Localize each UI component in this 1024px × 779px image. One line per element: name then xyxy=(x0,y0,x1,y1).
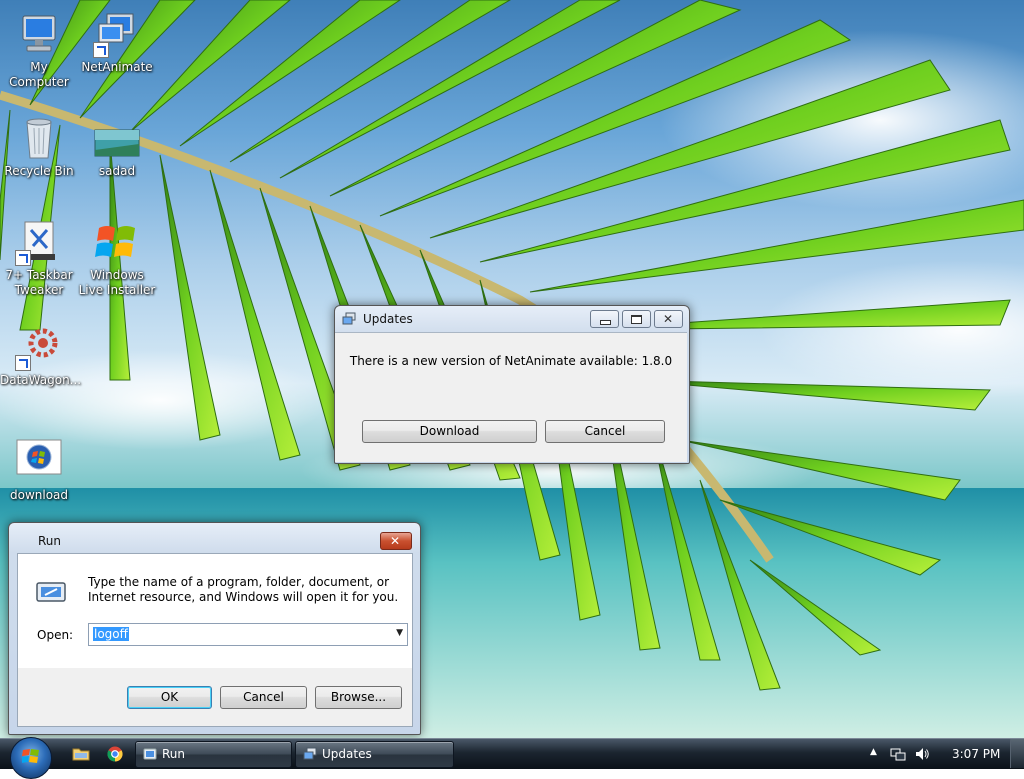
white-panel xyxy=(18,554,412,668)
desktop-icon-windows-live-installer[interactable]: Windows Live Installer xyxy=(78,218,156,298)
open-input[interactable]: logoff xyxy=(93,627,129,641)
taskbar-button-label: Run xyxy=(162,747,186,761)
desktop-icon-label: download xyxy=(9,488,69,502)
desktop-icon-netanimate[interactable]: NetAnimate xyxy=(78,10,156,75)
desktop-icon-label: My Computer xyxy=(9,60,69,89)
desktop-icon-sadad[interactable]: sadad xyxy=(78,114,156,179)
taskbar-button-label: Updates xyxy=(322,747,372,761)
desktop-icon-7-taskbar-tweaker[interactable]: 7+ Taskbar Tweaker xyxy=(0,218,78,298)
open-label: Open: xyxy=(37,628,74,642)
network-computer-icon xyxy=(93,10,141,58)
desktop-icon-label: sadad xyxy=(98,164,136,178)
desktop-icon-label: NetAnimate xyxy=(81,60,153,74)
run-title: Run xyxy=(38,534,62,548)
update-message: There is a new version of NetAnimate ava… xyxy=(349,354,673,368)
clock[interactable]: 3:07 PM xyxy=(952,747,1000,761)
recycle-bin-icon xyxy=(15,114,63,162)
updates-dialog: Updates ✕ There is a new version of NetA… xyxy=(334,305,690,464)
run-dialog: Run ✕ Type the name of a program, folder… xyxy=(8,522,421,735)
windows-logo-icon xyxy=(21,748,40,767)
shortcut-arrow-icon xyxy=(15,355,31,371)
close-icon: ✕ xyxy=(663,312,674,326)
minimize-button[interactable] xyxy=(590,310,619,328)
updates-content: There is a new version of NetAnimate ava… xyxy=(335,332,687,462)
run-icon xyxy=(143,747,157,761)
close-button[interactable]: ✕ xyxy=(380,532,412,550)
volume-tray-icon[interactable] xyxy=(914,746,930,762)
start-button[interactable] xyxy=(10,737,52,779)
download-button[interactable]: Download xyxy=(362,420,537,443)
run-content: Type the name of a program, folder, docu… xyxy=(17,553,413,727)
shortcut-arrow-icon xyxy=(15,250,31,266)
desktop-icon-datawagon[interactable]: DataWagon... xyxy=(0,323,82,388)
network-app-icon xyxy=(303,747,317,761)
tweaker-tool-icon xyxy=(15,218,63,266)
run-description: Type the name of a program, folder, docu… xyxy=(88,575,399,604)
network-app-icon xyxy=(342,312,356,326)
run-titlebar[interactable]: Run ✕ xyxy=(9,523,420,553)
minimize-icon xyxy=(600,320,611,325)
ok-button[interactable]: OK xyxy=(127,686,212,709)
desktop-icon-download[interactable]: download xyxy=(0,438,78,503)
network-tray-icon[interactable] xyxy=(890,746,906,762)
maximize-icon xyxy=(631,315,642,324)
taskbar-button-run[interactable]: Run xyxy=(135,741,292,768)
desktop-icon-label: 7+ Taskbar Tweaker xyxy=(5,268,73,297)
desktop-icon-my-computer[interactable]: My Computer xyxy=(0,10,78,90)
gear-icon xyxy=(15,323,63,371)
desktop-icon-label: DataWagon... xyxy=(0,373,82,387)
desktop-icon-label: Recycle Bin xyxy=(4,164,74,178)
image-thumbnail-icon xyxy=(93,114,141,162)
updates-titlebar[interactable]: Updates ✕ xyxy=(335,306,689,332)
close-button[interactable]: ✕ xyxy=(654,310,683,328)
maximize-button[interactable] xyxy=(622,310,651,328)
computer-icon xyxy=(15,10,63,58)
windows-logo-icon xyxy=(93,218,141,266)
updates-title: Updates xyxy=(363,312,413,326)
close-icon: ✕ xyxy=(390,534,401,548)
chrome-quicklaunch-icon[interactable] xyxy=(107,746,123,762)
folder-quicklaunch-icon[interactable] xyxy=(72,746,90,761)
run-program-icon xyxy=(35,581,67,603)
cancel-button[interactable]: Cancel xyxy=(545,420,665,443)
show-desktop-button[interactable] xyxy=(1010,739,1024,768)
show-hidden-icons-arrow-icon[interactable]: ▲ xyxy=(870,747,877,757)
browse-button[interactable]: Browse... xyxy=(315,686,402,709)
shortcut-arrow-icon xyxy=(93,42,109,58)
chevron-down-icon[interactable]: ▼ xyxy=(396,628,403,638)
taskbar: Run Updates ▲ 3:07 PM xyxy=(0,737,1024,779)
desktop-icon-label: Windows Live Installer xyxy=(78,268,156,297)
windows-orb-icon xyxy=(15,438,63,486)
cancel-button[interactable]: Cancel xyxy=(220,686,307,709)
desktop-icon-recycle-bin[interactable]: Recycle Bin xyxy=(0,114,78,179)
open-combobox[interactable]: logoff ▼ xyxy=(88,623,408,646)
taskbar-button-updates[interactable]: Updates xyxy=(295,741,454,768)
